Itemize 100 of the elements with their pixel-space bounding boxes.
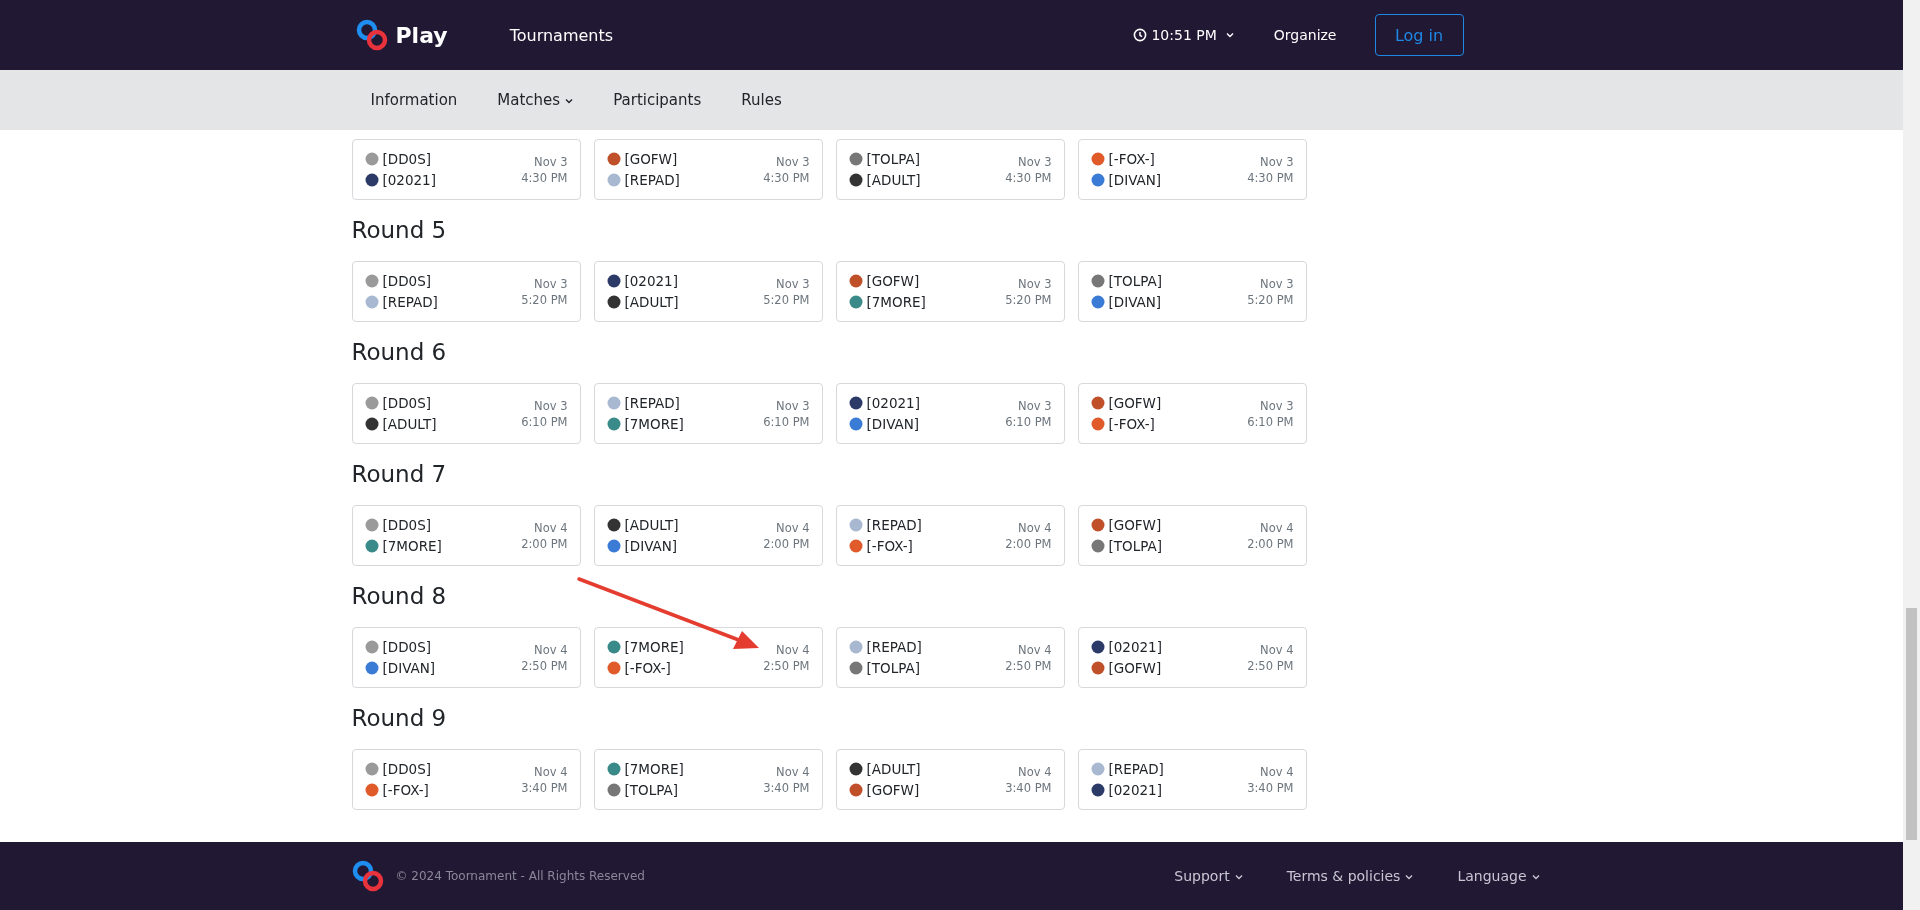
team-logo-icon — [1090, 539, 1105, 553]
match-card[interactable]: [DD0S] [7MORE] Nov 4 2:00 PM — [351, 505, 581, 566]
team-logo-icon — [848, 640, 863, 654]
match-time: 4:30 PM — [1247, 170, 1294, 185]
match-card[interactable]: [TOLPA] [DIVAN] Nov 3 5:20 PM — [1077, 261, 1307, 322]
match-card[interactable]: [REPAD] [TOLPA] Nov 4 2:50 PM — [835, 627, 1065, 688]
team-logo-icon — [606, 417, 621, 431]
match-card[interactable]: [REPAD] [02021] Nov 4 3:40 PM — [1077, 749, 1307, 810]
match-card[interactable]: [TOLPA] [ADULT] Nov 3 4:30 PM — [835, 139, 1065, 200]
team-logo-icon — [606, 518, 621, 532]
team-name: [REPAD] — [866, 639, 922, 655]
team-name: [DD0S] — [382, 761, 431, 777]
match-date: Nov 3 — [776, 276, 810, 291]
logo-icon[interactable] — [351, 860, 384, 892]
match-card[interactable]: [02021] [GOFW] Nov 4 2:50 PM — [1077, 627, 1307, 688]
caret-icon — [1405, 874, 1414, 880]
match-date: Nov 3 — [1018, 398, 1052, 413]
nav-link[interactable]: Organize — [1273, 27, 1337, 43]
team-name: [DD0S] — [382, 395, 431, 411]
logo-icon[interactable] — [355, 19, 388, 51]
team-name: [-FOX-] — [1108, 151, 1155, 167]
team-logo-icon — [606, 539, 621, 553]
time-dropdown[interactable]: 10:51 PM — [1133, 27, 1234, 43]
footer-link[interactable]: Terms & policies — [1286, 868, 1414, 884]
match-card[interactable]: [REPAD] [7MORE] Nov 3 6:10 PM — [593, 383, 823, 444]
match-card[interactable]: [-FOX-] [DIVAN] Nov 3 4:30 PM — [1077, 139, 1307, 200]
match-card[interactable]: [GOFW] [7MORE] Nov 3 5:20 PM — [835, 261, 1065, 322]
team-logo-icon — [1090, 640, 1105, 654]
team-logo-icon — [848, 539, 863, 553]
match-time: 3:40 PM — [1247, 780, 1294, 795]
team-name: [GOFW] — [866, 782, 920, 798]
team-name: [DIVAN] — [1108, 294, 1162, 310]
match-card[interactable]: [ADULT] [GOFW] Nov 4 3:40 PM — [835, 749, 1065, 810]
match-date: Nov 4 — [534, 642, 568, 657]
team-name: [ADULT] — [866, 761, 921, 777]
footer-link[interactable]: Support — [1174, 868, 1243, 884]
match-date: Nov 4 — [1260, 764, 1294, 779]
team-name: [DD0S] — [382, 639, 431, 655]
match-card[interactable]: [02021] [DIVAN] Nov 3 6:10 PM — [835, 383, 1065, 444]
match-card[interactable]: [REPAD] [-FOX-] Nov 4 2:00 PM — [835, 505, 1065, 566]
team-logo-icon — [606, 295, 621, 309]
round-heading: Round 6 — [351, 338, 448, 367]
team-logo-icon — [606, 640, 621, 654]
team-name: [-FOX-] — [1108, 416, 1155, 432]
match-date: Nov 4 — [776, 520, 810, 535]
team-logo-icon — [364, 173, 379, 187]
round-heading: Round 9 — [351, 704, 448, 733]
caret-icon — [1531, 874, 1540, 880]
match-card[interactable]: [GOFW] [REPAD] Nov 3 4:30 PM — [593, 139, 823, 200]
tab[interactable]: Matches — [497, 91, 574, 109]
match-card[interactable]: [DD0S] [02021] Nov 3 4:30 PM — [351, 139, 581, 200]
match-card[interactable]: [DD0S] [-FOX-] Nov 4 3:40 PM — [351, 749, 581, 810]
tab[interactable]: Participants — [613, 91, 702, 109]
match-card[interactable]: [7MORE] [-FOX-] Nov 4 2:50 PM — [593, 627, 823, 688]
match-card[interactable]: [7MORE] [TOLPA] Nov 4 3:40 PM — [593, 749, 823, 810]
team-name: [7MORE] — [624, 639, 684, 655]
copyright-text: © 2024 Toornament - All Rights Reserved — [395, 869, 645, 883]
team-name: [GOFW] — [624, 151, 678, 167]
team-logo-icon — [1090, 152, 1105, 166]
match-card[interactable]: [GOFW] [-FOX-] Nov 3 6:10 PM — [1077, 383, 1307, 444]
footer-link[interactable]: Language — [1457, 868, 1540, 884]
team-logo-icon — [848, 762, 863, 776]
match-date: Nov 4 — [1018, 764, 1052, 779]
match-time: 3:40 PM — [763, 780, 810, 795]
match-time: 5:20 PM — [1247, 292, 1294, 307]
match-time: 5:20 PM — [521, 292, 568, 307]
team-logo-icon — [606, 152, 621, 166]
match-time: 2:50 PM — [1005, 658, 1052, 673]
match-time: 2:00 PM — [521, 536, 568, 551]
tab[interactable]: Rules — [741, 91, 782, 109]
team-logo-icon — [606, 783, 621, 797]
team-logo-icon — [364, 539, 379, 553]
match-card[interactable]: [02021] [ADULT] Nov 3 5:20 PM — [593, 261, 823, 322]
match-time: 2:00 PM — [1247, 536, 1294, 551]
team-name: [REPAD] — [1108, 761, 1164, 777]
team-logo-icon — [1090, 396, 1105, 410]
team-name: [REPAD] — [866, 517, 922, 533]
match-time: 4:30 PM — [763, 170, 810, 185]
team-logo-icon — [1090, 518, 1105, 532]
match-card[interactable]: [DD0S] [DIVAN] Nov 4 2:50 PM — [351, 627, 581, 688]
match-card[interactable]: [DD0S] [REPAD] Nov 3 5:20 PM — [351, 261, 581, 322]
match-card[interactable]: [GOFW] [TOLPA] Nov 4 2:00 PM — [1077, 505, 1307, 566]
team-name: [DD0S] — [382, 273, 431, 289]
scrollbar[interactable] — [1903, 0, 1920, 910]
team-logo-icon — [848, 274, 863, 288]
team-logo-icon — [364, 396, 379, 410]
nav-link[interactable]: Tournaments — [509, 25, 614, 45]
match-time: 2:00 PM — [763, 536, 810, 551]
brand-name[interactable]: Play — [395, 22, 448, 48]
clock-icon — [1133, 28, 1148, 42]
login-button[interactable]: Log in — [1374, 14, 1464, 56]
team-name: [7MORE] — [382, 538, 442, 554]
team-logo-icon — [1090, 173, 1105, 187]
match-card[interactable]: [ADULT] [DIVAN] Nov 4 2:00 PM — [593, 505, 823, 566]
team-name: [DIVAN] — [624, 538, 678, 554]
team-name: [ADULT] — [624, 517, 679, 533]
match-card[interactable]: [DD0S] [ADULT] Nov 3 6:10 PM — [351, 383, 581, 444]
round-heading: Round 7 — [351, 460, 448, 489]
match-date: Nov 4 — [1018, 520, 1052, 535]
tab[interactable]: Information — [370, 91, 458, 109]
